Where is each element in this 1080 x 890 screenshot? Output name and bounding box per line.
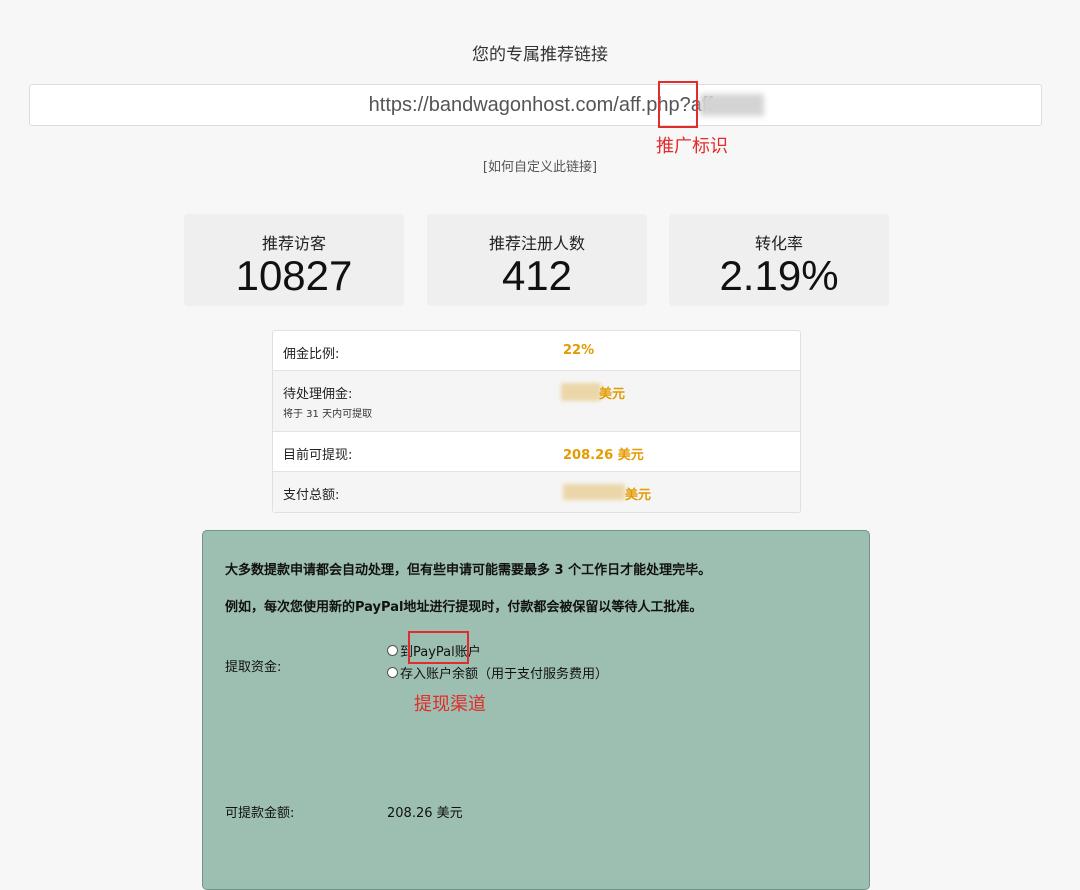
- stat-conversion: 转化率 2.19%: [669, 214, 889, 306]
- stat-label: 转化率: [754, 234, 803, 253]
- radio-account-balance[interactable]: 存入账户余额（用于支付服务费用）: [387, 663, 608, 682]
- available-label: 目前可提现:: [283, 448, 353, 463]
- radio-balance-circle[interactable]: [387, 667, 398, 678]
- channel-annotation-box: [408, 631, 469, 664]
- referral-url-field[interactable]: https://bandwagonhost.com/aff.php?aff=: [29, 84, 1042, 126]
- stat-value: 2.19%: [719, 252, 839, 299]
- pending-commission-value: 美元: [599, 387, 626, 402]
- pending-commission-note: 将于 31 天内可提取: [283, 409, 373, 420]
- withdraw-panel: 大多数提款申请都会自动处理，但有些申请可能需要最多 3 个工作日才能处理完毕。 …: [202, 530, 870, 890]
- commission-rate-label: 佣金比例:: [283, 347, 340, 362]
- total-paid-value: 美元: [625, 488, 652, 503]
- withdraw-amount-label: 可提款金额:: [225, 806, 295, 821]
- stat-label: 推荐注册人数: [488, 234, 585, 253]
- pending-commission-label: 待处理佣金:: [283, 387, 353, 402]
- commission-rate-value: 22%: [563, 343, 595, 358]
- available-value: 208.26 美元: [563, 448, 644, 463]
- pending-amount-blurred: [561, 383, 601, 401]
- radio-balance-label: 存入账户余额（用于支付服务费用）: [400, 667, 609, 682]
- total-amount-blurred: [563, 484, 625, 500]
- radio-paypal-circle[interactable]: [387, 645, 398, 656]
- stat-signups: 推荐注册人数 412: [427, 214, 647, 306]
- table-row: 待处理佣金: 将于 31 天内可提取 美元: [273, 370, 800, 431]
- commission-table: 佣金比例: 22% 待处理佣金: 将于 31 天内可提取 美元 目前可提现: 2…: [272, 330, 801, 513]
- aff-annotation-box: [658, 81, 698, 128]
- table-row: 佣金比例: 22%: [273, 331, 800, 370]
- table-row: 目前可提现: 208.26 美元: [273, 431, 800, 471]
- stat-label: 推荐访客: [261, 234, 326, 253]
- withdraw-funds-label: 提取资金:: [225, 660, 282, 675]
- stat-value: 412: [501, 252, 573, 299]
- withdraw-amount-value: 208.26 美元: [387, 806, 463, 821]
- withdraw-note-2: 例如，每次您使用新的PayPal地址进行提现时，付款都会被保留以等待人工批准。: [225, 600, 703, 615]
- stat-visitors: 推荐访客 10827: [184, 214, 404, 306]
- aff-id-blurred: [700, 94, 764, 116]
- aff-annotation-label: 推广标识: [656, 136, 728, 157]
- page-title: 您的专属推荐链接: [472, 45, 608, 65]
- customize-link[interactable]: [如何自定义此链接]: [0, 156, 1080, 175]
- withdraw-note-1: 大多数提款申请都会自动处理，但有些申请可能需要最多 3 个工作日才能处理完毕。: [225, 563, 712, 578]
- channel-annotation-label: 提现渠道: [414, 694, 486, 715]
- total-paid-label: 支付总额:: [283, 488, 340, 503]
- stat-value: 10827: [235, 252, 353, 299]
- table-row: 支付总额: 美元: [273, 471, 800, 512]
